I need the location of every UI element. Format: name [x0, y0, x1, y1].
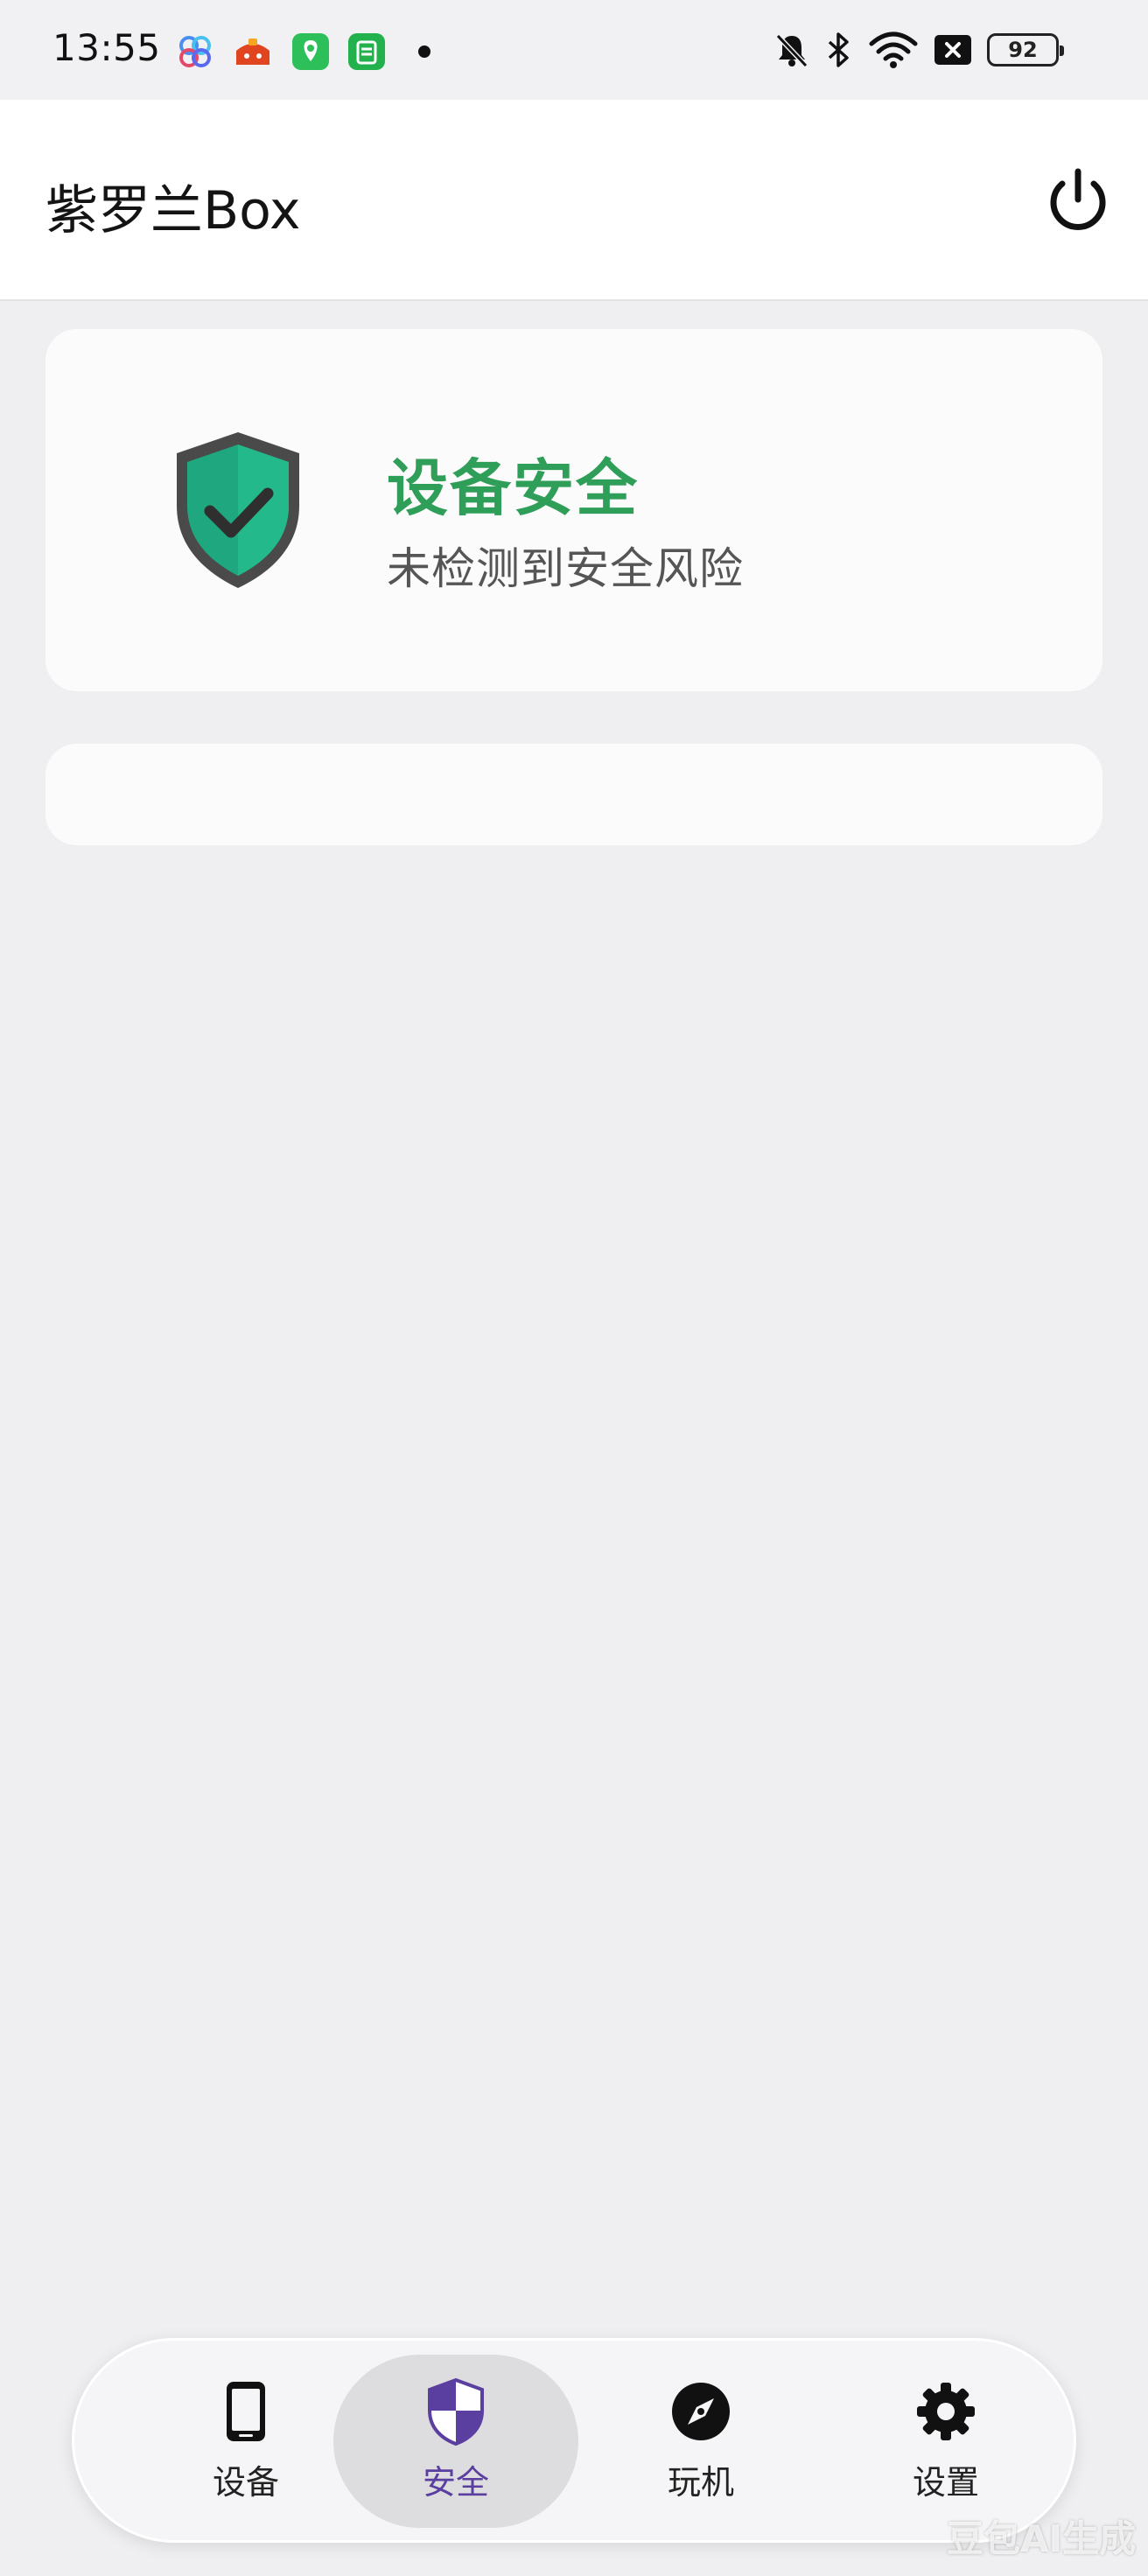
notification-dot-icon	[404, 32, 444, 72]
app-header: 紫罗兰Box	[0, 100, 1148, 301]
bluetooth-icon	[821, 28, 856, 72]
nav-item-settings[interactable]: 设置	[823, 2355, 1068, 2528]
gear-icon	[914, 2380, 977, 2443]
sim-off-icon	[931, 28, 975, 72]
nav-item-play[interactable]: 玩机	[578, 2355, 823, 2528]
security-status-card[interactable]: 设备安全 未检测到安全风险	[46, 329, 1102, 691]
power-button[interactable]	[1036, 159, 1120, 243]
shield-check-icon	[168, 427, 308, 593]
status-time: 13:55	[52, 26, 161, 69]
nav-item-security[interactable]: 安全	[333, 2355, 578, 2528]
compass-icon	[669, 2380, 732, 2443]
status-bar: 13:55 92	[0, 0, 1148, 100]
bottom-navigation: 设备 安全 玩机 设置	[72, 2338, 1076, 2543]
nav-label-device: 设备	[212, 2462, 279, 2502]
nav-label-security: 安全	[422, 2462, 489, 2502]
nav-label-play: 玩机	[667, 2462, 734, 2502]
watermark: 豆包AI生成	[947, 2517, 1137, 2560]
wifi-icon	[866, 28, 920, 72]
nav-label-settings: 设置	[912, 2462, 979, 2502]
green-app-icon	[290, 32, 331, 72]
battery-indicator: 92	[987, 33, 1064, 66]
nav-item-device[interactable]: 设备	[123, 2355, 368, 2528]
security-title: 设备安全	[387, 452, 639, 524]
mute-icon	[768, 28, 816, 72]
wallet-app-icon	[233, 32, 273, 72]
baidu-netdisk-icon	[175, 32, 215, 72]
security-subtitle: 未检测到安全风险	[387, 543, 744, 594]
shield-icon	[424, 2377, 487, 2446]
phone-icon	[214, 2380, 277, 2443]
empty-card	[46, 744, 1102, 845]
power-icon	[1050, 168, 1106, 230]
green-app2-icon	[346, 32, 387, 72]
app-title: 紫罗兰Box	[46, 180, 301, 242]
